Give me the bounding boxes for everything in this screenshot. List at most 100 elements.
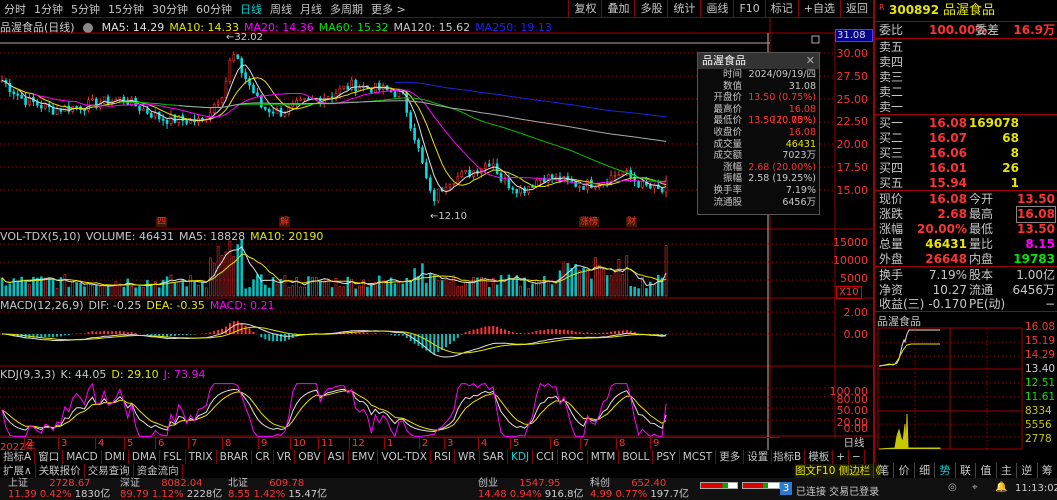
volume-bar <box>389 277 393 297</box>
tab-button[interactable]: MTM <box>588 450 620 464</box>
tab-button[interactable]: 指标A <box>0 450 36 464</box>
candle <box>649 184 652 189</box>
event-marker[interactable]: 涨榜 <box>579 217 600 227</box>
right-tab[interactable]: 值 <box>975 463 995 478</box>
tab-button[interactable]: WR <box>455 450 480 464</box>
right-tab[interactable]: 逆 <box>1016 463 1036 478</box>
tab-button[interactable]: 模板 <box>805 450 834 464</box>
event-marker[interactable]: 解 <box>279 217 291 227</box>
right-tab[interactable]: 主 <box>995 463 1016 478</box>
tooltip-value: 7.19% <box>785 184 816 196</box>
right-tab[interactable]: 笔 <box>873 463 893 478</box>
sell-row: 卖五 <box>877 40 1057 55</box>
sell-label: 卖五 <box>879 40 904 54</box>
event-marker[interactable]: 财 <box>626 217 638 227</box>
tab-button[interactable]: CR <box>252 450 274 464</box>
tab-button[interactable]: + <box>833 450 850 464</box>
candle <box>582 186 585 190</box>
right-tab[interactable]: 势 <box>934 463 954 478</box>
quote-label: 今开 <box>969 192 994 206</box>
date-tick: 12 <box>349 438 365 449</box>
tab-button[interactable]: ASI <box>325 450 349 464</box>
close-icon[interactable]: ✕ <box>806 53 815 69</box>
fund-v2: 1.00亿 <box>1016 268 1055 282</box>
tab-button[interactable]: 交易查询 <box>85 464 134 478</box>
tooltip-row: 成交量 46431 <box>698 139 819 151</box>
tab-button[interactable]: TRIX <box>186 450 217 464</box>
tab-button[interactable]: − <box>849 450 865 464</box>
tab-button[interactable]: DMA <box>129 450 161 464</box>
tab-button[interactable]: PSY <box>653 450 680 464</box>
tab-button[interactable]: MACD <box>63 450 102 464</box>
buy-row[interactable]: 买三 16.06 8 <box>877 146 1057 161</box>
volume-bar <box>613 272 617 297</box>
tab-button[interactable]: 窗口 <box>35 450 64 464</box>
tab-button[interactable]: FSL <box>160 450 186 464</box>
volume-bar <box>79 283 82 297</box>
index-name: 上证 <box>8 478 28 489</box>
tooltip-row: 涨幅 2.68 (20.00%) <box>698 162 819 174</box>
volume-bar <box>664 245 668 297</box>
volume-bar <box>554 283 558 297</box>
tab-button[interactable]: BRAR <box>217 450 253 464</box>
right-tab[interactable]: 细 <box>913 463 934 478</box>
tab-button[interactable]: MCST <box>680 450 717 464</box>
satellite-icon[interactable]: ⌖ <box>972 482 978 493</box>
tab-button[interactable]: RSI <box>431 450 455 464</box>
buy-row[interactable]: 买二 16.07 68 <box>877 131 1057 146</box>
tab-button[interactable]: VR <box>274 450 296 464</box>
event-marker[interactable]: 四 <box>156 217 168 227</box>
candle <box>12 91 16 95</box>
tooltip-value: 13.50 (0.75%) <box>748 115 816 127</box>
tab-button[interactable]: 资金流向 <box>134 464 183 478</box>
quote-label: 最低 <box>969 222 994 236</box>
volume-bar <box>507 274 511 297</box>
volume-bar <box>609 275 613 297</box>
volume-bar <box>205 287 208 297</box>
bell-icon[interactable]: 🔔 <box>995 482 1007 493</box>
f10-button[interactable]: 图文F10 <box>795 465 835 477</box>
candle <box>456 176 460 184</box>
tab-button[interactable]: VOL-TDX <box>378 450 431 464</box>
volume-bar <box>157 287 161 297</box>
intraday-mini-chart[interactable] <box>875 326 1023 451</box>
buy-row[interactable]: 买一 16.08 169078 <box>877 116 1057 131</box>
buy-row[interactable]: 买五 15.94 1 <box>877 176 1057 191</box>
tab-button[interactable]: SAR <box>480 450 509 464</box>
tab-button[interactable]: DMI <box>102 450 129 464</box>
index-quote[interactable]: 上证 2728.67 11.39 0.42% 1830亿 <box>8 478 118 500</box>
tab-button[interactable]: OBV <box>295 450 325 464</box>
ma250-line <box>394 81 667 118</box>
index-quote[interactable]: 深证 8082.04 89.79 1.12% 2228亿 <box>120 478 230 500</box>
index-quote[interactable]: 北证 609.78 8.55 1.42% 15.47亿 <box>228 478 338 500</box>
tab-button[interactable]: 指标B <box>770 450 806 464</box>
index-quote[interactable]: 创业 1547.95 14.48 0.94% 916.8亿 <box>478 478 588 500</box>
tab-button[interactable]: KDJ <box>508 450 534 464</box>
right-tab[interactable]: 筹 <box>1036 463 1057 478</box>
volume-bar <box>601 268 605 297</box>
tooltip-key: 流通股 <box>713 196 742 208</box>
tab-button[interactable]: 关联报价 <box>36 464 85 478</box>
right-tab[interactable]: 联 <box>954 463 975 478</box>
connection-badge[interactable]: 3 <box>780 482 792 495</box>
right-tab[interactable]: 价 <box>893 463 913 478</box>
weicha-value: 16.9万 <box>1013 23 1055 37</box>
index-change: 89.79 <box>120 489 149 500</box>
tab-button[interactable]: 更多 <box>716 450 745 464</box>
candle <box>295 100 299 104</box>
candle <box>252 84 255 94</box>
tab-button[interactable]: CCI <box>533 450 558 464</box>
tab-button[interactable]: EMV <box>349 450 379 464</box>
index-change: 11.39 <box>8 489 37 500</box>
quote-row: 总量 46431 量比 8.15 <box>877 237 1057 252</box>
candle <box>448 184 452 188</box>
tab-button[interactable]: BOLL <box>619 450 654 464</box>
support-icon[interactable]: ◎ <box>948 482 957 493</box>
candle <box>83 109 86 111</box>
tab-button[interactable]: 设置 <box>744 450 773 464</box>
tab-button[interactable]: ROC <box>558 450 588 464</box>
index-quote[interactable]: 科创 652.40 4.99 0.77% 197.7亿 <box>590 478 700 500</box>
buy-row[interactable]: 买四 16.01 26 <box>877 161 1057 176</box>
volume-bar <box>303 286 306 297</box>
tab-button[interactable]: 扩展∧ <box>0 464 36 478</box>
